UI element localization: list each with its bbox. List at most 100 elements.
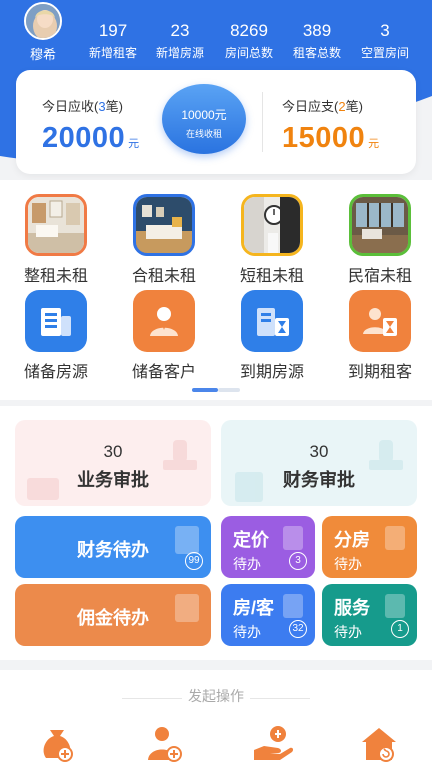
todo-title: 服务	[334, 598, 370, 618]
business-approval-card[interactable]: 30 业务审批	[15, 420, 211, 506]
receivable-label-suffix: 笔)	[105, 99, 123, 114]
payable-amount-value: 15000	[282, 122, 366, 154]
payable-unit: 元	[368, 138, 380, 150]
stat-vacant-rooms[interactable]: 3 空置房间	[350, 20, 420, 62]
tile-label: 到期租客	[347, 364, 412, 381]
payable-label-suffix: 笔)	[345, 99, 363, 114]
clipboard-icon	[385, 526, 405, 550]
whole-rent-photo	[25, 194, 87, 256]
stamp-icon	[369, 440, 403, 470]
stat-new-tenants[interactable]: 197 新增租客	[78, 20, 148, 62]
tile-label: 民宿未租	[347, 268, 412, 285]
category-grid: 整租未租 合租未租 短租未租 民宿未租 储备房源 储备客户 到期房源 到期租客	[0, 180, 432, 400]
customer-icon	[133, 290, 195, 352]
receivable-amount[interactable]: 20000 元	[42, 122, 140, 155]
tile-label: 整租未租	[23, 268, 88, 285]
finance-todo[interactable]: 财务待办 99	[15, 516, 211, 578]
todo-subtitle: 待办	[233, 624, 261, 640]
short-rent-photo	[241, 194, 303, 256]
tile-expiring-tenants[interactable]: 到期租客	[338, 290, 422, 382]
house-return-icon[interactable]	[356, 720, 402, 766]
document-icon	[235, 472, 263, 502]
finance-card: 今日应收(3笔) 20000 元 10000元 在线收租 今日应支(2笔) 150…	[16, 70, 416, 174]
todo-subtitle: 待办	[233, 556, 261, 572]
stat-value: 389	[302, 21, 332, 40]
receivable-label[interactable]: 今日应收(3笔)	[42, 96, 123, 115]
online-rent-amount: 10000元	[181, 108, 227, 122]
todo-badge: 99	[185, 552, 203, 570]
stat-label: 新增房源	[155, 46, 204, 60]
stat-label: 租客总数	[292, 46, 341, 60]
tile-label: 到期房源	[239, 364, 304, 381]
stat-value: 8269	[230, 21, 268, 40]
expiring-tenant-icon	[349, 290, 411, 352]
tile-label: 储备客户	[131, 364, 196, 381]
todo-label: 佣金待办	[77, 608, 149, 628]
room-tenant-todo[interactable]: 房/客 待办 32	[221, 584, 315, 646]
operations-section: 发起操作	[0, 670, 432, 768]
receivable-amount-value: 20000	[42, 122, 126, 154]
receivable-unit: 元	[128, 138, 140, 150]
finance-approval-card[interactable]: 30 财务审批	[221, 420, 417, 506]
building-icon	[25, 290, 87, 352]
todo-label: 财务待办	[77, 540, 149, 560]
service-todo[interactable]: 服务 待办 1	[322, 584, 417, 646]
homestay-photo	[349, 194, 411, 256]
clipboard-icon	[283, 594, 303, 618]
operations-title: 发起操作	[188, 688, 244, 704]
work-area: 30 业务审批 30 财务审批 财务待办 99 佣金待办 定价 待办 3 分房 …	[0, 406, 432, 660]
payable-amount[interactable]: 15000 元	[282, 122, 380, 155]
stat-value: 3	[380, 21, 390, 40]
stat-value: 23	[170, 21, 190, 40]
card-divider	[262, 92, 263, 152]
todo-title: 房/客	[233, 598, 275, 618]
room-assign-todo[interactable]: 分房 待办	[322, 516, 417, 578]
hand-pay-icon[interactable]	[250, 720, 296, 766]
person-add-icon[interactable]	[142, 720, 188, 766]
expiring-building-icon	[241, 290, 303, 352]
page-indicator-inactive	[218, 388, 240, 392]
online-rent-label: 在线收租	[185, 129, 222, 139]
avatar[interactable]	[24, 2, 62, 40]
page-indicator-active	[192, 388, 218, 392]
tile-reserve-customers[interactable]: 储备客户	[122, 290, 206, 382]
money-bag-add-icon[interactable]	[34, 720, 80, 766]
online-rent-button[interactable]: 10000元 在线收租	[162, 84, 246, 154]
pricing-todo[interactable]: 定价 待办 3	[221, 516, 315, 578]
stamp-icon	[163, 440, 197, 470]
user-name: 穆希	[29, 47, 56, 62]
receivable-count: 3	[98, 99, 106, 114]
tile-reserve-listings[interactable]: 储备房源	[14, 290, 98, 382]
todo-subtitle: 待办	[334, 624, 362, 640]
receivable-label-prefix: 今日应收(	[42, 99, 99, 114]
stat-label: 房间总数	[224, 46, 273, 60]
todo-title: 分房	[334, 530, 370, 550]
tile-label: 储备房源	[23, 364, 88, 381]
tile-label: 短租未租	[239, 268, 304, 285]
todo-badge: 1	[391, 620, 409, 638]
clipboard-icon	[385, 594, 405, 618]
tile-expiring-listings[interactable]: 到期房源	[230, 290, 314, 382]
tile-whole-rent[interactable]: 整租未租	[14, 194, 98, 286]
todo-badge: 32	[289, 620, 307, 638]
briefcase-icon	[27, 478, 59, 500]
clipboard-icon	[283, 526, 303, 550]
todo-subtitle: 待办	[334, 556, 362, 572]
tile-shared-rent[interactable]: 合租未租	[122, 194, 206, 286]
divider-right	[250, 698, 310, 699]
tile-short-rent[interactable]: 短租未租	[230, 194, 314, 286]
stat-total-rooms[interactable]: 8269 房间总数	[214, 20, 284, 62]
page-indicator	[192, 388, 240, 392]
shared-rent-photo	[133, 194, 195, 256]
tile-homestay[interactable]: 民宿未租	[338, 194, 422, 286]
stat-total-tenants[interactable]: 389 租客总数	[282, 20, 352, 62]
todo-badge: 3	[289, 552, 307, 570]
todo-title: 定价	[233, 530, 269, 550]
payable-label-prefix: 今日应支(	[282, 99, 339, 114]
stat-label: 空置房间	[360, 46, 409, 60]
commission-todo[interactable]: 佣金待办	[15, 584, 211, 646]
stat-value: 197	[98, 21, 128, 40]
tile-label: 合租未租	[131, 268, 196, 285]
stat-new-listings[interactable]: 23 新增房源	[145, 20, 215, 62]
payable-label[interactable]: 今日应支(2笔)	[282, 96, 363, 115]
